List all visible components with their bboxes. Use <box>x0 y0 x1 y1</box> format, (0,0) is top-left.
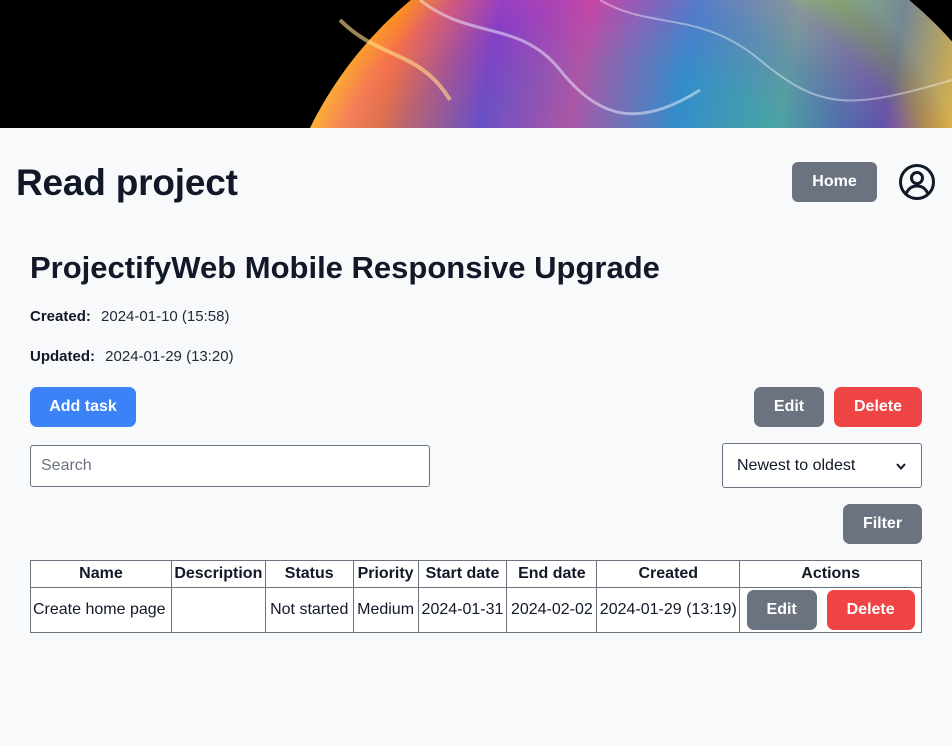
page-title: Read project <box>16 162 238 203</box>
sort-selected-value: Newest to oldest <box>737 456 856 474</box>
table-header-row: Name Description Status Priority Start d… <box>30 560 922 588</box>
column-header-actions: Actions <box>739 560 922 588</box>
chevron-down-icon <box>896 462 906 470</box>
column-header-name: Name <box>30 560 172 588</box>
updated-label: Updated: <box>30 348 95 365</box>
task-end-date: 2024-02-02 <box>506 587 598 633</box>
column-header-created: Created <box>596 560 741 588</box>
task-priority: Medium <box>352 587 419 633</box>
task-created: 2024-01-29 (13:19) <box>596 587 741 633</box>
task-name: Create home page <box>30 587 172 633</box>
task-start-date: 2024-01-31 <box>417 587 508 633</box>
column-header-start-date: Start date <box>417 560 508 588</box>
home-button[interactable]: Home <box>792 162 877 202</box>
top-bar: Read project Home <box>16 160 936 208</box>
updated-value: 2024-01-29 (13:20) <box>105 348 234 365</box>
task-description <box>170 587 266 633</box>
column-header-priority: Priority <box>352 560 419 588</box>
created-label: Created: <box>30 308 91 325</box>
updated-row: Updated: 2024-01-29 (13:20) <box>30 348 234 365</box>
banner-image <box>0 0 952 128</box>
task-status: Not started <box>264 587 354 633</box>
table-row: Create home page Not started Medium 2024… <box>30 587 922 633</box>
column-header-description: Description <box>170 560 266 588</box>
created-value: 2024-01-10 (15:58) <box>101 308 230 325</box>
project-title: ProjectifyWeb Mobile Responsive Upgrade <box>30 250 660 285</box>
task-delete-button[interactable]: Delete <box>826 590 915 630</box>
column-header-end-date: End date <box>506 560 598 588</box>
tasks-table: Name Description Status Priority Start d… <box>30 560 922 633</box>
search-input[interactable] <box>30 445 430 487</box>
created-row: Created: 2024-01-10 (15:58) <box>30 308 229 325</box>
filter-button[interactable]: Filter <box>843 504 922 544</box>
column-header-status: Status <box>264 560 354 588</box>
task-actions: Edit Delete <box>739 587 922 633</box>
task-edit-button[interactable]: Edit <box>746 590 817 630</box>
user-circle-icon[interactable] <box>898 163 936 201</box>
delete-project-button[interactable]: Delete <box>834 387 922 427</box>
edit-project-button[interactable]: Edit <box>754 387 824 427</box>
sort-select[interactable]: Newest to oldest <box>722 443 922 488</box>
add-task-button[interactable]: Add task <box>30 387 136 427</box>
